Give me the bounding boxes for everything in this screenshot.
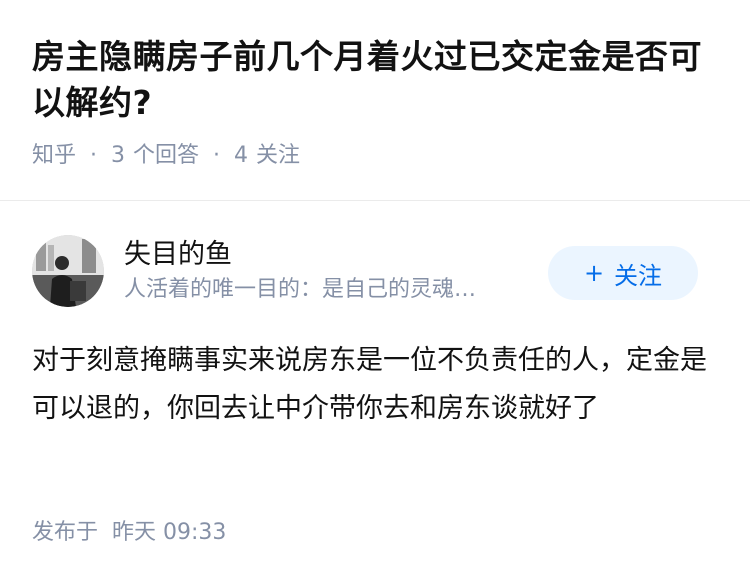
answer-count: 3: [111, 143, 126, 168]
author-name[interactable]: 失目的鱼: [124, 237, 232, 273]
answer-count-label[interactable]: 个回答: [133, 141, 199, 171]
answer-content: 对于刻意掩瞒事实来说房东是一位不负责任的人，定金是可以退的，你回去让中介带你去和…: [32, 345, 707, 424]
avatar-image: [32, 235, 104, 307]
question-meta: 知乎 · 3 个回答 · 4 关注: [32, 141, 722, 171]
plus-icon: +: [583, 259, 605, 287]
follow-count: 4: [234, 143, 249, 168]
follow-button[interactable]: + 关注: [548, 246, 698, 300]
published-time: 昨天 09:33: [112, 520, 227, 545]
question-header: 房主隐瞒房子前几个月着火过已交定金是否可以解约? 知乎 · 3 个回答 · 4 …: [32, 34, 722, 171]
avatar[interactable]: [32, 235, 104, 307]
follow-button-label: 关注: [614, 261, 663, 290]
source-label[interactable]: 知乎: [32, 141, 76, 171]
published-prefix: 发布于: [32, 520, 99, 545]
author-bio: 人活着的唯一目的：是自己的灵魂…: [124, 277, 477, 302]
separator-dot: ·: [90, 143, 98, 168]
author-info: 失目的鱼 人活着的唯一目的：是自己的灵魂… + 关注: [32, 235, 722, 307]
follow-count-label[interactable]: 关注: [256, 141, 300, 171]
separator-dot: ·: [213, 143, 221, 168]
question-title[interactable]: 房主隐瞒房子前几个月着火过已交定金是否可以解约?: [32, 34, 722, 126]
answer-timestamp: 发布于 昨天 09:33: [32, 518, 226, 548]
zhihu-answer-page: 房主隐瞒房子前几个月着火过已交定金是否可以解约? 知乎 · 3 个回答 · 4 …: [0, 0, 750, 586]
divider: [0, 200, 750, 201]
